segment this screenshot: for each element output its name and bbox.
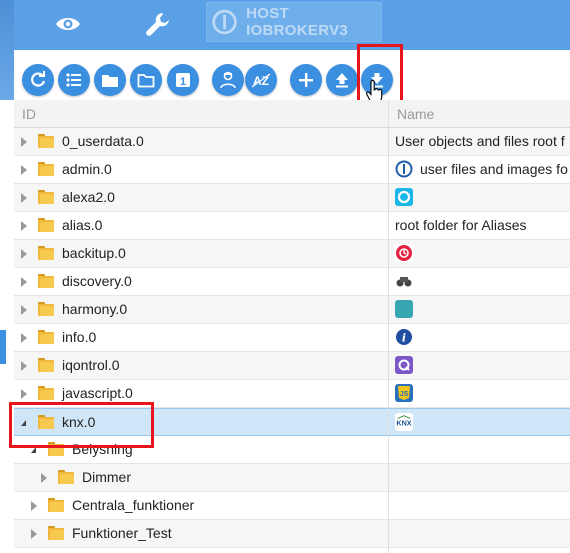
object-id: Centrala_funktioner <box>72 497 195 513</box>
tree-row[interactable]: info.0 i <box>14 324 570 352</box>
tree-row[interactable]: alexa2.0 <box>14 184 570 212</box>
tree-row[interactable]: discovery.0 <box>14 268 570 296</box>
collapsed-arrow-icon[interactable] <box>31 501 37 511</box>
object-id: iqontrol.0 <box>62 357 120 373</box>
user-expert-icon <box>220 71 236 89</box>
expert-mode-button[interactable] <box>212 64 244 96</box>
alexa-icon <box>395 188 413 206</box>
folder-icon <box>38 302 54 316</box>
list-view-button[interactable] <box>58 64 90 96</box>
column-header-name[interactable]: Name <box>397 106 434 122</box>
tree-row[interactable]: iqontrol.0 <box>14 352 570 380</box>
folder-icon <box>38 358 54 372</box>
list-icon <box>66 73 81 87</box>
object-name: User objects and files root f <box>395 133 565 149</box>
svg-text:KNX: KNX <box>396 419 411 428</box>
refresh-icon <box>31 71 46 87</box>
add-object-button[interactable] <box>290 64 322 96</box>
tree-row[interactable]: Centrala_funktioner <box>14 492 570 520</box>
folder-icon <box>48 526 64 540</box>
object-id: info.0 <box>62 329 97 345</box>
folder-icon <box>38 134 54 148</box>
sort-button[interactable]: AZ <box>245 64 277 96</box>
tree-row[interactable]: harmony.0 <box>14 296 570 324</box>
collapsed-arrow-icon[interactable] <box>21 193 27 203</box>
object-name: user files and images fo <box>420 161 568 177</box>
object-id: alias.0 <box>62 217 103 233</box>
collapsed-arrow-icon[interactable] <box>21 249 27 259</box>
folder-icon <box>38 274 54 288</box>
collapsed-arrow-icon[interactable] <box>21 221 27 231</box>
tree-row[interactable]: 0_userdata.0 User objects and files root … <box>14 128 570 156</box>
refresh-button[interactable] <box>22 64 54 96</box>
backitup-icon <box>395 244 413 262</box>
folder-icon <box>38 162 54 176</box>
number-one-icon: 1 <box>176 73 190 88</box>
host-label: HOST IOBROKERV3 <box>246 5 349 39</box>
collapse-all-button[interactable] <box>130 64 162 96</box>
folder-icon <box>38 330 54 344</box>
iobroker-icon <box>395 160 413 178</box>
object-id: 0_userdata.0 <box>62 133 144 149</box>
knx-highlight <box>9 402 154 448</box>
add-icon <box>299 73 313 87</box>
svg-text:JS: JS <box>400 391 409 398</box>
collapsed-arrow-icon[interactable] <box>21 137 27 147</box>
svg-text:i: i <box>402 332 406 345</box>
object-id: admin.0 <box>62 161 112 177</box>
tree-row[interactable]: backitup.0 <box>14 240 570 268</box>
tree-row[interactable]: admin.0 user files and images fo <box>14 156 570 184</box>
object-id: Dimmer <box>82 469 131 485</box>
tree-row[interactable]: Dimmer <box>14 464 570 492</box>
tree-row[interactable]: Funktioner_Test <box>14 520 570 548</box>
harmony-icon <box>395 300 413 318</box>
sort-az-icon: AZ <box>251 73 271 88</box>
object-id: alexa2.0 <box>62 189 115 205</box>
iobroker-logo-icon <box>212 9 237 35</box>
collapsed-arrow-icon[interactable] <box>31 529 37 539</box>
info-icon: i <box>395 328 413 346</box>
folder-icon <box>38 190 54 204</box>
object-id: discovery.0 <box>62 273 132 289</box>
folder-outline-icon <box>137 73 155 87</box>
collapsed-arrow-icon[interactable] <box>41 473 47 483</box>
upload-icon <box>336 73 348 88</box>
host-tab[interactable]: HOST IOBROKERV3 <box>206 2 382 42</box>
collapsed-arrow-icon[interactable] <box>21 333 27 343</box>
sidebar-accent <box>0 330 6 364</box>
iqontrol-icon <box>395 356 413 374</box>
eye-icon[interactable] <box>48 6 88 42</box>
collapsed-arrow-icon[interactable] <box>21 389 27 399</box>
column-header-id[interactable]: ID <box>22 106 36 122</box>
tree-row[interactable]: alias.0 root folder for Aliases <box>14 212 570 240</box>
discovery-icon <box>395 272 413 290</box>
expand-all-button[interactable] <box>94 64 126 96</box>
iobroker-objects-window: HOST IOBROKERV3 1 AZ ID Name 0_userdata.… <box>0 0 570 553</box>
folder-icon <box>38 386 54 400</box>
wrench-icon[interactable] <box>138 6 178 42</box>
object-id: backitup.0 <box>62 245 126 261</box>
object-id: harmony.0 <box>62 301 128 317</box>
expand-one-level-button[interactable]: 1 <box>167 64 199 96</box>
knx-icon: KNX <box>395 413 413 431</box>
collapsed-arrow-icon[interactable] <box>21 305 27 315</box>
folder-icon <box>102 74 118 87</box>
object-id: javascript.0 <box>62 385 133 401</box>
collapsed-arrow-icon[interactable] <box>21 361 27 371</box>
sidebar-edge <box>0 0 14 100</box>
folder-icon <box>58 470 74 484</box>
folder-icon <box>38 218 54 232</box>
collapsed-arrow-icon[interactable] <box>21 165 27 175</box>
javascript-icon: JS <box>395 384 413 402</box>
folder-icon <box>38 246 54 260</box>
object-name: root folder for Aliases <box>395 217 527 233</box>
upload-button[interactable] <box>326 64 358 96</box>
collapsed-arrow-icon[interactable] <box>21 277 27 287</box>
table-header: ID Name <box>14 100 570 128</box>
object-id: Funktioner_Test <box>72 525 172 541</box>
column-separator <box>388 100 389 553</box>
svg-text:1: 1 <box>180 76 186 88</box>
folder-icon <box>48 498 64 512</box>
